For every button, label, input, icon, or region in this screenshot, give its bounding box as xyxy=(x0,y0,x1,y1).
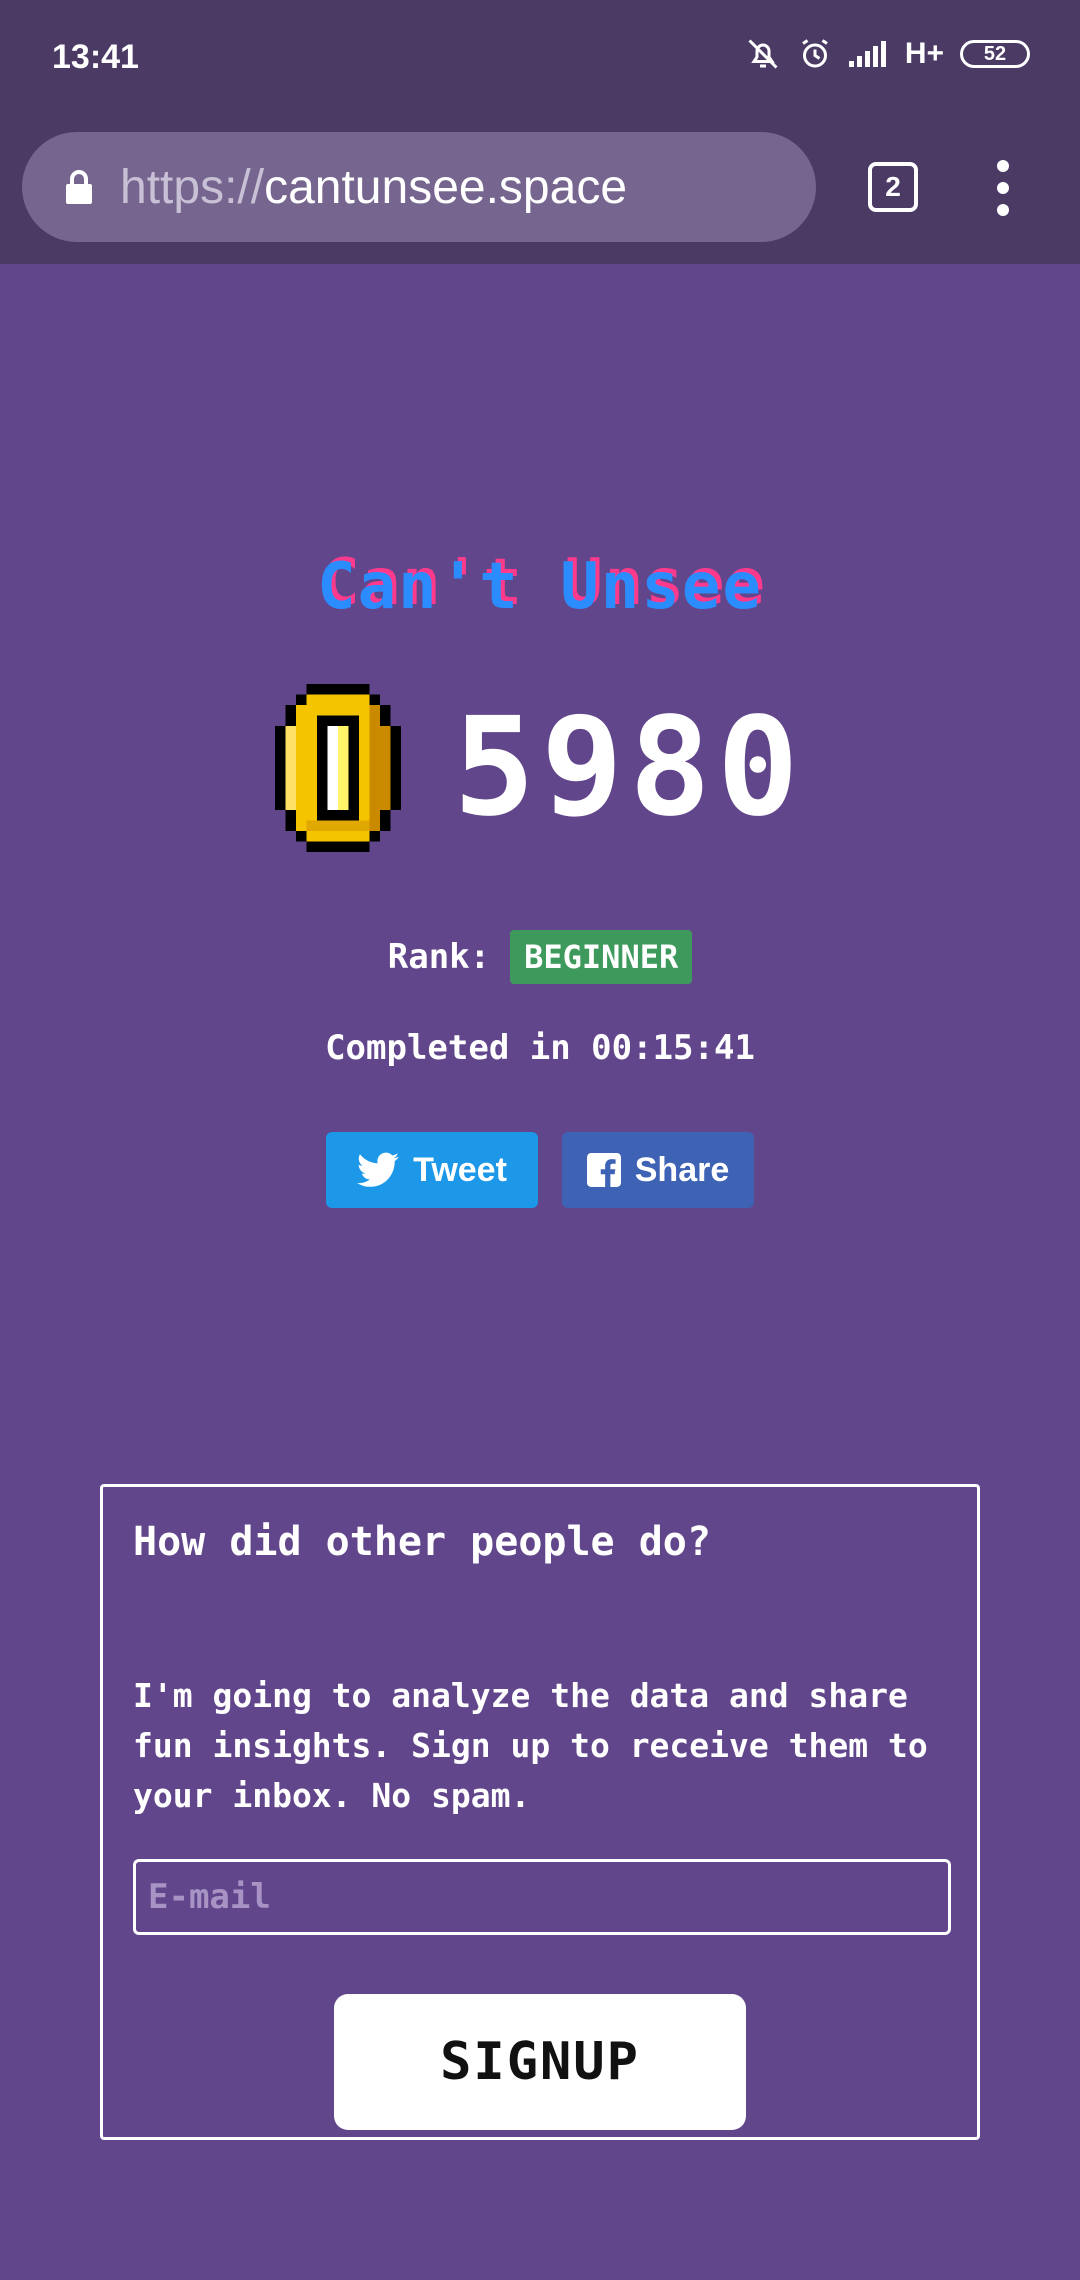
address-bar[interactable]: https://cantunsee.space xyxy=(22,132,816,242)
rank-label: Rank: xyxy=(387,937,491,977)
twitter-icon xyxy=(357,1152,400,1188)
status-bar: 13:41 H+ 52 xyxy=(0,0,1080,118)
overflow-menu-icon[interactable] xyxy=(986,160,1020,216)
score-value: 5980 xyxy=(453,689,805,847)
mute-icon xyxy=(745,36,781,72)
url-scheme: https:// xyxy=(120,160,265,214)
coin-icon xyxy=(275,684,402,852)
facebook-share-button[interactable]: Share xyxy=(562,1132,754,1208)
page-content: Can't Unsee 5980 Rank: BEGINNER Complete… xyxy=(0,264,1080,2280)
tweet-button[interactable]: Tweet xyxy=(326,1132,538,1208)
share-buttons: Tweet Share xyxy=(0,1132,1080,1208)
signup-heading: How did other people do? xyxy=(133,1519,711,1565)
facebook-icon xyxy=(586,1153,621,1187)
game-title: Can't Unsee xyxy=(317,550,763,624)
rank-badge: BEGINNER xyxy=(510,930,693,984)
lock-icon xyxy=(64,169,94,205)
battery-icon: 52 xyxy=(960,40,1030,68)
network-type: H+ xyxy=(904,37,944,70)
status-time: 13:41 xyxy=(52,38,139,76)
alarm-icon xyxy=(797,36,833,72)
url-host: cantunsee.space xyxy=(264,160,628,214)
tab-switcher-button[interactable]: 2 xyxy=(868,162,918,212)
status-icons: H+ 52 xyxy=(745,36,1030,72)
tweet-label: Tweet xyxy=(413,1150,507,1189)
email-input[interactable] xyxy=(133,1859,951,1935)
signup-button[interactable]: SIGNUP xyxy=(334,1994,746,2130)
signup-description: I'm going to analyze the data and share … xyxy=(133,1676,928,1815)
signal-icon xyxy=(848,39,889,69)
completion-time: Completed in 00:15:41 xyxy=(325,1028,755,1068)
rank-row: Rank: BEGINNER xyxy=(0,930,1080,984)
score-row: 5980 xyxy=(0,684,1080,852)
browser-toolbar: https://cantunsee.space 2 xyxy=(0,118,1080,264)
share-label: Share xyxy=(634,1150,730,1189)
